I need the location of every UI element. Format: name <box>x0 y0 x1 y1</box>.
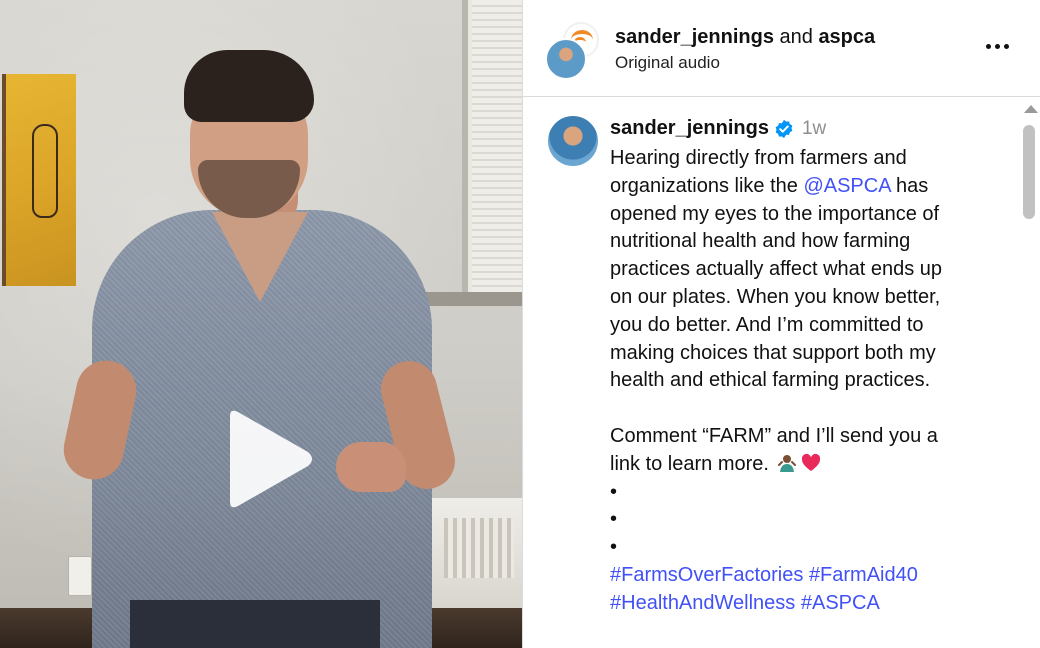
more-horizontal-icon <box>994 43 1000 49</box>
caption-fragment: link to learn more. <box>610 452 769 475</box>
header-collaborator[interactable]: aspca <box>818 26 875 48</box>
person-pants <box>130 600 380 648</box>
hashtag-line: #FarmsOverFactories #FarmAid40 <box>610 562 1010 590</box>
caption-scrollbar[interactable] <box>1019 97 1040 648</box>
caption-line: organizations like the @ASPCA has <box>610 173 1010 201</box>
sander-avatar[interactable] <box>545 38 587 80</box>
more-horizontal-icon <box>985 43 991 49</box>
caption-fragment: organizations like the <box>610 174 798 197</box>
post-time[interactable]: 1w <box>802 118 826 139</box>
hashtag-link[interactable]: #HealthAndWellness <box>610 592 795 614</box>
caption-line: Comment “FARM” and I’ll send you a <box>610 424 938 447</box>
verified-badge-icon <box>775 119 793 138</box>
more-horizontal-icon <box>1003 43 1009 49</box>
bullet-line: • <box>610 536 618 559</box>
person-gesturing-icon <box>777 454 796 472</box>
caption-line: practices actually affect what ends up <box>610 258 943 281</box>
hashtag-link[interactable]: #FarmAid40 <box>809 564 918 586</box>
play-icon <box>230 410 312 508</box>
caption-line: on our plates. When you know better, <box>610 285 941 308</box>
caption-header: sander_jennings 1w <box>610 117 826 140</box>
scroll-up-arrow-icon[interactable] <box>1024 105 1038 113</box>
bullet-line: • <box>610 480 618 503</box>
more-options-button[interactable] <box>979 32 1015 60</box>
scroll-thumb[interactable] <box>1023 125 1035 219</box>
post-panel: sander_jennings and aspca Original audio… <box>522 0 1040 648</box>
audio-label[interactable]: Original audio <box>615 53 720 73</box>
caption-line: you do better. And I’m committed to <box>610 313 924 336</box>
window-blind <box>472 0 522 296</box>
hashtag-link[interactable]: #FarmsOverFactories <box>610 564 803 586</box>
person-right-hand <box>336 442 406 492</box>
caption-line: nutritional health and how farming <box>610 230 911 253</box>
caption-line: link to learn more. <box>610 451 1010 479</box>
bullet-line: • <box>610 508 618 531</box>
mention-link[interactable]: @ASPCA <box>803 175 890 197</box>
collab-avatars[interactable] <box>545 22 603 80</box>
light-switch <box>68 556 92 596</box>
caption-username[interactable]: sander_jennings <box>610 117 769 139</box>
caption-avatar[interactable] <box>548 116 598 166</box>
play-button[interactable] <box>216 408 316 510</box>
person-hair <box>184 50 314 122</box>
hashtag-link[interactable]: #ASPCA <box>801 592 880 614</box>
hashtag-line: #HealthAndWellness #ASPCA <box>610 590 1010 618</box>
caption-line: health and ethical farming practices. <box>610 369 931 392</box>
caption-line: opened my eyes to the importance of <box>610 202 940 225</box>
header-joiner: and <box>779 26 813 48</box>
post-header: sander_jennings and aspca Original audio <box>523 0 1040 97</box>
caption-line: making choices that support both my <box>610 341 936 364</box>
heart-icon <box>801 453 821 471</box>
caption-fragment: has <box>896 174 929 197</box>
caption-line: Hearing directly from farmers and <box>610 147 907 169</box>
video-player[interactable] <box>0 0 522 648</box>
header-username[interactable]: sander_jennings <box>615 26 774 48</box>
wall-painting <box>2 74 76 286</box>
caption-text: Hearing directly from farmers and organi… <box>610 145 1010 618</box>
caption-area: sander_jennings 1w Hearing directly from… <box>523 97 1019 648</box>
header-title: sander_jennings and aspca <box>615 26 875 49</box>
window-sill <box>420 292 522 306</box>
